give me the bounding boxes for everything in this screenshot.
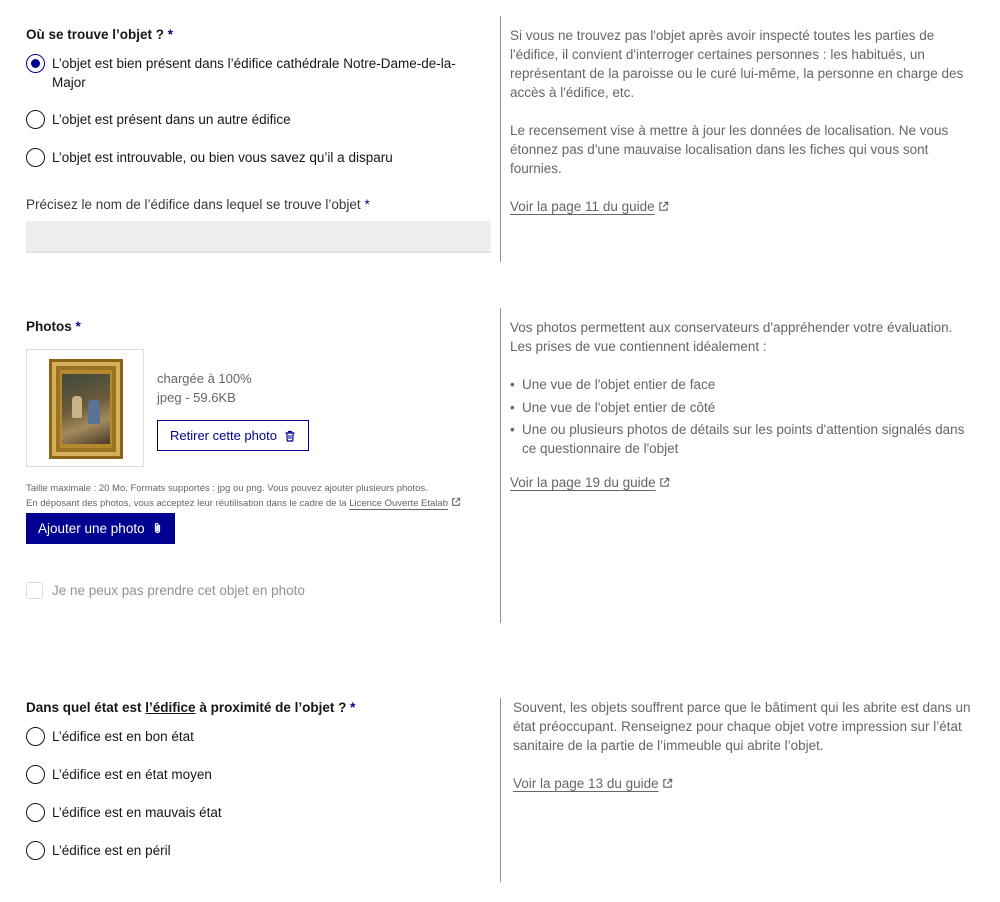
help-bullet: Une vue de l'objet entier de face <box>510 375 980 394</box>
paperclip-icon <box>152 522 163 535</box>
help-paragraph: Le recensement vise à mettre à jour les … <box>510 123 949 176</box>
no-photo-checkbox[interactable] <box>26 582 43 599</box>
help-line: Les prises de vue contiennent idéalement… <box>510 339 767 354</box>
required-mark: * <box>364 197 370 212</box>
building-field-label: Précisez le nom de l’édifice dans lequel… <box>26 197 370 212</box>
photos-label-text: Photos <box>26 319 72 334</box>
location-option-label: L’objet est introuvable, ou bien vous sa… <box>52 150 393 165</box>
external-link-icon <box>658 198 669 217</box>
help-paragraph: Souvent, les objets souffrent parce que … <box>513 700 971 753</box>
add-photo-button[interactable]: Ajouter une photo <box>26 513 175 544</box>
photos-label: Photos * <box>26 319 81 334</box>
location-option-label: L’objet est bien présent dans l’édifice … <box>52 56 456 90</box>
label-text: Dans quel état est <box>26 700 146 715</box>
photos-section: Photos * chargée à 100% jpeg - 59.6KB Re… <box>0 300 1000 630</box>
guide-link-text: Voir la page 19 du guide <box>510 475 656 490</box>
upload-status: chargée à 100% <box>157 371 252 386</box>
radio-icon[interactable] <box>26 110 45 129</box>
required-mark: * <box>350 700 356 715</box>
photo-image <box>49 359 123 459</box>
guide-link-text: Voir la page 11 du guide <box>510 199 655 214</box>
radio-icon[interactable] <box>26 727 45 746</box>
divider <box>500 16 501 262</box>
radio-icon[interactable] <box>26 841 45 860</box>
location-question-text: Où se trouve l’objet ? <box>26 27 165 42</box>
radio-icon[interactable] <box>26 803 45 822</box>
no-photo-label: Je ne peux pas prendre cet objet en phot… <box>52 583 305 598</box>
radio-icon[interactable] <box>26 148 45 167</box>
state-option-label: L’édifice est en péril <box>52 843 171 858</box>
help-paragraph: Si vous ne trouvez pas l'objet après avo… <box>510 28 964 100</box>
remove-photo-label: Retirer cette photo <box>170 428 277 443</box>
help-bullet-list: Une vue de l'objet entier de face Une vu… <box>510 375 980 458</box>
hint-text: En déposant des photos, vous acceptez le… <box>26 498 347 509</box>
location-question-label: Où se trouve l’objet ? * <box>26 27 173 42</box>
external-link-icon <box>662 775 673 794</box>
photo-thumbnail <box>26 349 144 467</box>
help-bullet: Une vue de l'objet entier de côté <box>510 398 980 417</box>
label-text: à proximité de l’objet ? <box>195 700 347 715</box>
required-mark: * <box>167 27 174 42</box>
building-state-good[interactable]: L’édifice est en bon état <box>26 727 482 746</box>
building-state-section: Dans quel état est l’édifice à proximité… <box>0 680 1000 902</box>
radio-checked-icon[interactable] <box>26 54 45 73</box>
guide-link-page-13[interactable]: Voir la page 13 du guide <box>513 776 673 791</box>
required-mark: * <box>75 319 81 334</box>
edifice-link[interactable]: l’édifice <box>145 700 195 715</box>
painting-image <box>62 374 110 444</box>
external-link-icon <box>451 497 461 512</box>
building-state-peril[interactable]: L’édifice est en péril <box>26 841 482 860</box>
building-field-label-text: Précisez le nom de l’édifice dans lequel… <box>26 197 361 212</box>
location-help: Si vous ne trouvez pas l'objet après avo… <box>510 26 980 217</box>
file-meta: jpeg - 59.6KB <box>157 390 236 405</box>
location-section: Où se trouve l’objet ? * L’objet est bie… <box>0 0 1000 270</box>
licence-link-text: Licence Ouverte Etalab <box>349 498 448 509</box>
help-line: Vos photos permettent aux conservateurs … <box>510 320 953 335</box>
guide-link-page-11[interactable]: Voir la page 11 du guide <box>510 199 669 214</box>
location-option-missing[interactable]: L’objet est introuvable, ou bien vous sa… <box>26 148 482 167</box>
hint-line-licence: En déposant des photos, vous acceptez le… <box>26 496 501 512</box>
guide-link-text: Voir la page 13 du guide <box>513 776 659 791</box>
hint-line: Taille maximale : 20 Mo. Formats support… <box>26 483 428 494</box>
building-state-average[interactable]: L’édifice est en état moyen <box>26 765 482 784</box>
guide-link-wrap: Voir la page 19 du guide <box>510 473 980 493</box>
building-state-help: Souvent, les objets souffrent parce que … <box>513 698 973 794</box>
location-option-present[interactable]: L’objet est bien présent dans l’édifice … <box>26 54 482 92</box>
building-state-bad[interactable]: L’édifice est en mauvais état <box>26 803 482 822</box>
state-option-label: L’édifice est en mauvais état <box>52 805 222 820</box>
photo-upload-hint: Taille maximale : 20 Mo. Formats support… <box>26 481 501 512</box>
building-state-label: Dans quel état est l’édifice à proximité… <box>26 700 355 715</box>
guide-link-page-19[interactable]: Voir la page 19 du guide <box>510 475 670 490</box>
state-option-label: L’édifice est en bon état <box>52 729 194 744</box>
external-link-icon <box>659 474 670 493</box>
state-option-label: L’édifice est en état moyen <box>52 767 212 782</box>
divider <box>500 698 501 882</box>
licence-link[interactable]: Licence Ouverte Etalab <box>349 497 461 512</box>
location-option-other-building[interactable]: L’objet est présent dans un autre édific… <box>26 110 482 129</box>
add-photo-label: Ajouter une photo <box>38 521 145 536</box>
remove-photo-button[interactable]: Retirer cette photo <box>157 420 309 451</box>
no-photo-checkbox-row[interactable]: Je ne peux pas prendre cet objet en phot… <box>26 582 305 599</box>
divider <box>500 308 501 623</box>
building-name-input[interactable] <box>26 221 491 253</box>
radio-icon[interactable] <box>26 765 45 784</box>
photos-help: Vos photos permettent aux conservateurs … <box>510 318 980 493</box>
upload-info: chargée à 100% jpeg - 59.6KB <box>157 369 252 407</box>
help-bullet: Une ou plusieurs photos de détails sur l… <box>510 420 980 458</box>
trash-icon <box>284 430 296 442</box>
location-option-label: L’objet est présent dans un autre édific… <box>52 112 291 127</box>
